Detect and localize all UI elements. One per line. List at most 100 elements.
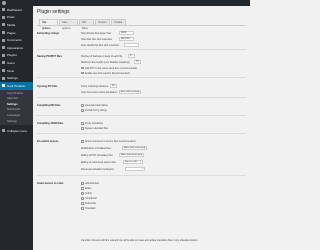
checkbox-label: Generate hash tables — [85, 104, 108, 107]
js-extensions-input[interactable] — [124, 43, 139, 48]
collapse-icon — [2, 129, 5, 133]
checkbox-label: Delete redundant files — [85, 127, 109, 130]
field-label: Number of backups to keep of each file — [81, 55, 123, 58]
sidebar-item-dashboard[interactable]: Dashboard — [0, 6, 33, 14]
tab-user-options[interactable]: User options — [59, 19, 78, 30]
fuzzy-strings-checkbox[interactable] — [81, 109, 84, 112]
section-label-roles: Grant access to roles — [37, 182, 64, 185]
field-label: Editing of referenced source files — [81, 161, 116, 164]
activation-behaviour-select[interactable] — [125, 167, 145, 172]
wordpress-logo-icon[interactable] — [2, 1, 6, 5]
role-author-checkbox[interactable] — [81, 192, 84, 195]
sidebar-item-users[interactable]: Users — [0, 59, 33, 67]
pot-name-checkbox[interactable] — [81, 66, 84, 70]
tab-bar: Site options User options DB Base Versio… — [37, 19, 246, 30]
sidebar-item-label: Media — [7, 22, 16, 27]
admin-sidebar: Dashboard Posts Media Pages Comments App… — [0, 6, 33, 250]
section-label-saving: Saving PO/POT files — [37, 55, 62, 58]
sidebar-item-settings[interactable]: Settings — [0, 74, 33, 82]
timeline-icon — [2, 84, 5, 88]
page-icon — [2, 31, 5, 35]
section-label-syncing: Syncing PO files — [37, 85, 58, 88]
page-title: Plugin settings — [37, 9, 70, 15]
checkbox-label: Show comments in source files (recommend… — [85, 140, 136, 143]
sidebar-item-label: Appearance — [7, 45, 24, 50]
collapse-menu-button[interactable]: Collapse menu — [0, 127, 33, 135]
sidebar-item-label: Pages — [7, 30, 16, 35]
settings-icon — [2, 76, 5, 80]
sidebar-item-label: Tools — [7, 68, 15, 73]
user-icon — [2, 61, 5, 65]
source-comments-checkbox[interactable] — [81, 140, 84, 143]
sidebar-item-posts[interactable]: Posts — [0, 14, 33, 22]
role-editor-checkbox[interactable] — [81, 187, 84, 190]
sidebar-item-label: Dashboard — [7, 7, 22, 12]
pretty-format-checkbox[interactable] — [81, 122, 84, 125]
field-label: Sync Jed source when translation... — [81, 91, 119, 94]
checkbox-label: Subscriber — [85, 202, 97, 205]
sidebar-item-media[interactable]: Media — [0, 21, 33, 29]
tab-db-base[interactable]: DB Base — [79, 19, 94, 30]
brush-icon — [2, 46, 5, 50]
php-extensions-input[interactable]: php,html — [119, 37, 134, 42]
role-administrator-checkbox[interactable] — [81, 182, 84, 185]
pot-editing-select[interactable]: Allow (with warnings) — [119, 153, 144, 158]
field-label: Scan JavaScript files with extension — [81, 44, 120, 47]
field-label: Scan files files with extension — [81, 38, 113, 41]
sidebar-item-label: Users — [7, 60, 15, 65]
sidebar-item-plugins[interactable]: Plugins — [0, 52, 33, 60]
gen-reporter-checkbox[interactable] — [81, 71, 84, 75]
tab-site-options[interactable]: Site options — [39, 19, 58, 30]
sidebar-item-pages[interactable]: Pages — [0, 29, 33, 37]
sync-jed-select[interactable]: Also with warnings — [119, 90, 141, 95]
submenu-item[interactable]: Settings — [0, 119, 33, 125]
sidebar-item-cool-timeline[interactable]: Cool Timeline — [0, 81, 33, 90]
role-translator-checkbox[interactable] — [81, 207, 84, 210]
checkbox-label: Pretty formatting — [85, 122, 103, 125]
comment-icon — [2, 38, 5, 42]
wrench-icon — [2, 69, 5, 73]
fuzzy-tolerance-input[interactable]: 10 — [110, 84, 117, 89]
sidebar-item-label: Cool Timeline — [7, 83, 26, 88]
delete-redundant-checkbox[interactable] — [81, 127, 84, 130]
sidebar-item-label: Plugins — [7, 53, 17, 58]
checkbox-label: Administrator — [85, 182, 100, 185]
pin-icon — [2, 15, 5, 19]
role-contributor-checkbox[interactable] — [81, 197, 84, 200]
dashboard-icon — [2, 8, 5, 12]
sidebar-item-tools[interactable]: Tools — [0, 67, 33, 75]
tab-update[interactable]: Update — [111, 19, 126, 25]
checkbox-label: Translator — [85, 207, 96, 210]
media-icon — [2, 23, 5, 27]
section-label-editor: Po-switch access — [37, 140, 59, 143]
backups-input[interactable]: 0 — [128, 54, 135, 59]
field-label: Modification of installed files — [81, 147, 111, 150]
sidebar-item-label: Settings — [7, 76, 18, 81]
field-label: Skip domain files larger than — [81, 32, 112, 35]
installed-files-select[interactable]: Allow (with warnings) — [122, 146, 147, 151]
tab-version[interactable]: Version — [95, 19, 110, 25]
hash-tables-checkbox[interactable] — [81, 104, 84, 107]
role-subscriber-checkbox[interactable] — [81, 202, 84, 205]
main-content: Plugin settings Site options User option… — [33, 6, 250, 250]
line-length-input[interactable]: 79 — [134, 60, 141, 65]
sidebar-item-appearance[interactable]: Appearance — [0, 44, 33, 52]
field-label: Editing of POT (template) files — [81, 154, 113, 157]
field-label: Document activation behaviour — [81, 168, 114, 171]
sidebar-item-label: Comments — [7, 38, 22, 43]
sidebar-submenu: Cool Timeline Add New Settings Dashboard… — [0, 89, 33, 126]
checkbox-label: Contributor — [85, 197, 97, 200]
collapse-label: Collapse menu — [7, 128, 28, 133]
sidebar-item-comments[interactable]: Comments — [0, 36, 33, 44]
field-label: Maximum line length (zero disables wrapp… — [81, 61, 130, 64]
checkbox-label: Enable Gen File reporter (Recommended) — [85, 71, 130, 75]
checkbox-label: Add POT to file name same time (recommen… — [85, 66, 138, 70]
checkbox-label: Editor — [85, 187, 92, 190]
source-files-select[interactable]: Source code — [123, 160, 143, 165]
section-label-extracting: Extracting strings — [37, 32, 60, 35]
plugin-icon — [2, 53, 5, 57]
field-label: Fuzzy matching tolerance — [81, 85, 109, 88]
footer-note: Important: All users with the relevant r… — [81, 240, 198, 242]
skip-size-input[interactable]: 1024 — [119, 31, 134, 36]
section-label-compiling-json: Compiling JSON files — [37, 122, 64, 125]
